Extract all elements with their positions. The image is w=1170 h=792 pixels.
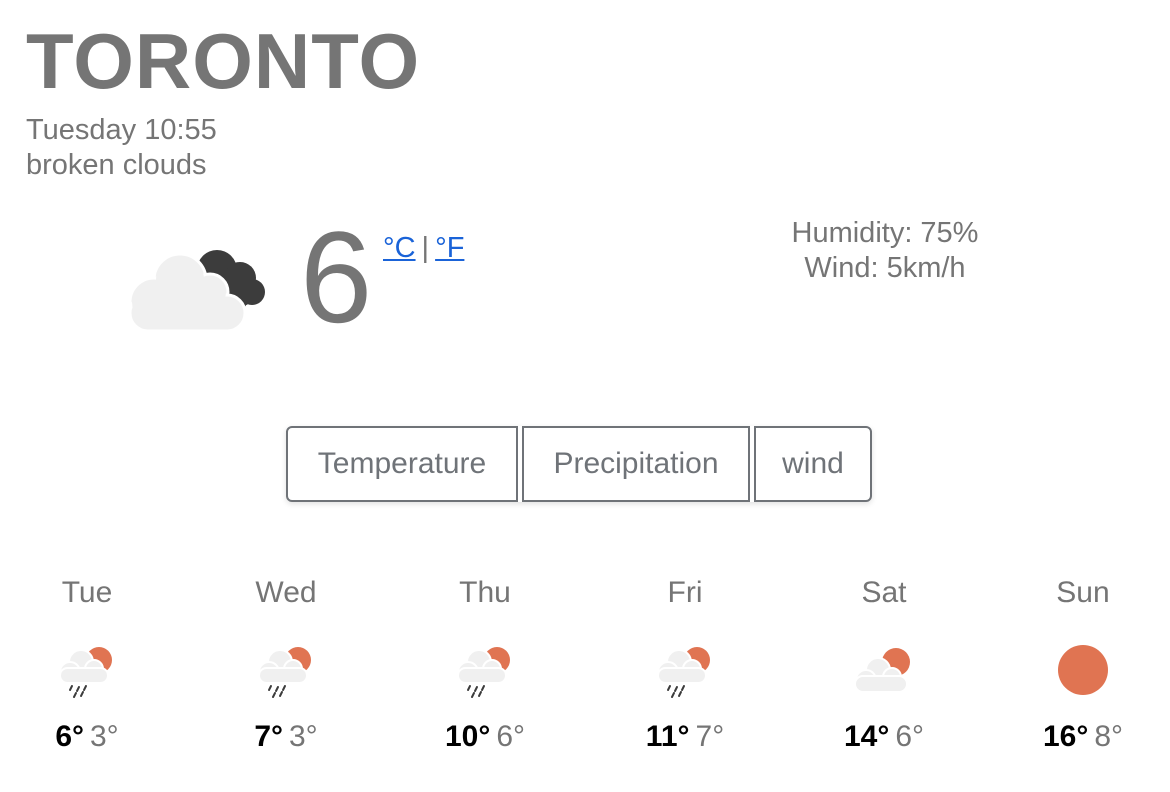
forecast-day-name: Thu	[459, 576, 511, 609]
forecast-low: 8°	[1094, 720, 1124, 753]
current-temperature: 6	[300, 204, 373, 350]
tab-wind[interactable]: wind	[754, 426, 872, 502]
forecast-high: 14°	[843, 720, 890, 753]
forecast-temps: 14° 6°	[804, 722, 964, 752]
forecast-high: 16°	[1042, 720, 1089, 753]
wind-stat: Wind: 5km/h	[804, 252, 966, 284]
day-time: Tuesday 10:55	[26, 114, 217, 146]
chart-tabs: Temperature Precipitation wind	[286, 426, 872, 502]
forecast-day: Wed 7° 3°	[206, 578, 366, 752]
rain-sun-icon	[657, 647, 710, 698]
forecast-high: 7°	[254, 720, 283, 753]
city-title: TORONTO	[26, 17, 421, 105]
humidity-stat: Humidity: 75%	[791, 217, 979, 249]
forecast-high: 11°	[645, 720, 690, 753]
forecast-day-name: Fri	[667, 576, 703, 609]
forecast-day: Sat 14° 6°	[804, 578, 964, 752]
unit-switcher: °C | °F	[383, 234, 464, 263]
forecast-low: 3°	[289, 720, 318, 753]
forecast-day: Tue 6° 3°	[7, 578, 167, 752]
rain-sun-icon	[258, 647, 311, 698]
forecast-temps: 10° 6°	[405, 722, 565, 752]
forecast-temps: 16° 8°	[1003, 722, 1163, 752]
tab-temperature[interactable]: Temperature	[286, 426, 518, 502]
forecast-day: Sun 16° 8°	[1003, 578, 1163, 752]
forecast-low: 3°	[90, 720, 119, 753]
forecast-day-name: Wed	[255, 576, 317, 609]
forecast-temps: 11° 7°	[605, 722, 765, 752]
forecast-day-name: Sat	[861, 576, 907, 609]
weather-description: broken clouds	[26, 149, 207, 181]
forecast-temps: 6° 3°	[7, 722, 167, 752]
forecast-day-name: Tue	[61, 576, 113, 609]
forecast-low: 7°	[695, 720, 725, 753]
forecast-low: 6°	[895, 720, 925, 753]
forecast-high: 6°	[55, 720, 84, 753]
forecast-day: Fri 11° 7°	[605, 578, 765, 752]
forecast-day: Thu 10° 6°	[405, 578, 565, 752]
rain-sun-icon	[457, 647, 510, 698]
broken-clouds-icon	[128, 250, 265, 333]
forecast-temps: 7° 3°	[206, 722, 366, 752]
celsius-link[interactable]: °C	[383, 232, 416, 264]
unit-separator: |	[421, 232, 430, 264]
daily-forecast: Tue 6° 3° Wed 7° 3° Thu 10° 6° Fri 11° 7…	[0, 578, 1170, 778]
forecast-high: 10°	[444, 720, 491, 753]
tab-precipitation[interactable]: Precipitation	[522, 426, 750, 502]
forecast-day-name: Sun	[1056, 576, 1110, 609]
sun-icon	[1058, 645, 1108, 695]
partly-cloudy-icon	[854, 648, 910, 693]
rain-sun-icon	[59, 647, 112, 698]
fahrenheit-link[interactable]: °F	[435, 232, 464, 264]
forecast-low: 6°	[496, 720, 526, 753]
